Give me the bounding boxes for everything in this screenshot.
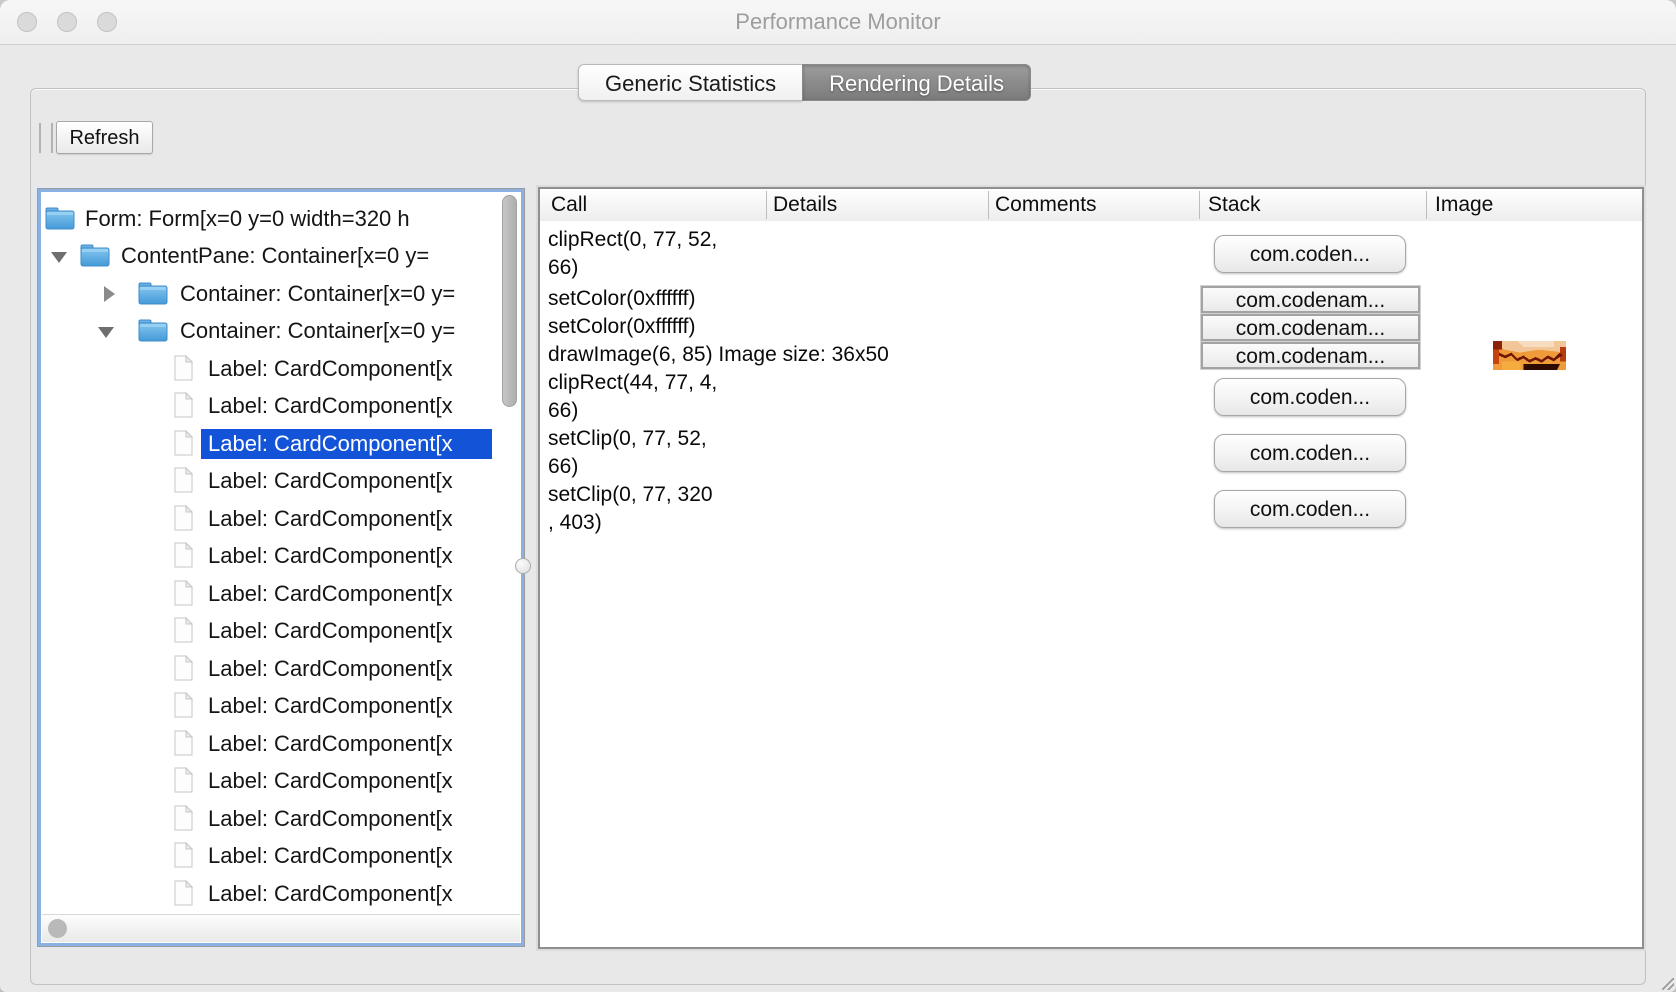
call-cell: clipRect(44, 77, 4, 66) [548,369,1008,425]
table-row[interactable]: setColor(0xffffff) com.codenam... [540,285,1642,313]
table-row[interactable]: drawImage(6, 85) Image size: 36x50 com.c… [540,341,1642,369]
rendering-details-panel: Refresh Form: Form[x=0 y=0 width=320 h C… [30,88,1646,985]
column-header-comments[interactable]: Comments [995,189,1097,221]
stack-trace-button[interactable]: com.coden... [1214,235,1406,273]
stack-trace-button[interactable]: com.coden... [1214,434,1406,472]
call-cell: setClip(0, 77, 52, 66) [548,425,1008,481]
table-row[interactable]: setClip(0, 77, 320 , 403) com.coden... [540,481,1642,537]
toolbar-drag-handle[interactable] [39,123,53,153]
column-header-call[interactable]: Call [551,189,587,221]
split-pane-divider-handle[interactable] [515,558,531,574]
tree-focus-ring [38,189,524,946]
call-cell: setClip(0, 77, 320 , 403) [548,481,1008,537]
column-divider[interactable] [1199,191,1200,219]
performance-monitor-window: Performance Monitor Generic Statistics R… [0,0,1676,992]
table-body: clipRect(0, 77, 52, 66) com.coden... set… [540,221,1642,947]
column-divider[interactable] [766,191,767,219]
call-cell: drawImage(6, 85) Image size: 36x50 [548,341,1008,369]
table-row[interactable]: clipRect(44, 77, 4, 66) com.coden... [540,369,1642,425]
resize-grip[interactable] [1662,978,1674,990]
render-thumbnail-image [1493,341,1566,370]
call-cell: clipRect(0, 77, 52, 66) [548,223,1008,285]
stack-trace-button[interactable]: com.codenam... [1201,342,1420,369]
call-cell: setColor(0xffffff) [548,313,1008,341]
title-bar: Performance Monitor [0,0,1676,45]
table-row[interactable]: setColor(0xffffff) com.codenam... [540,313,1642,341]
stack-trace-button[interactable]: com.coden... [1214,490,1406,528]
column-divider[interactable] [988,191,989,219]
stack-trace-button[interactable]: com.codenam... [1201,286,1420,313]
tab-bar: Generic Statistics Rendering Details [578,64,1031,101]
column-header-image[interactable]: Image [1435,189,1493,221]
stack-trace-button[interactable]: com.codenam... [1201,314,1420,341]
column-header-stack[interactable]: Stack [1208,189,1261,221]
window-title: Performance Monitor [0,9,1676,35]
table-header: Call Details Comments Stack Image [540,189,1642,222]
table-row[interactable]: setClip(0, 77, 52, 66) com.coden... [540,425,1642,481]
render-calls-table: Call Details Comments Stack Image clipRe… [538,187,1644,949]
column-header-details[interactable]: Details [773,189,837,221]
tab-generic-statistics[interactable]: Generic Statistics [578,64,802,101]
table-row[interactable]: clipRect(0, 77, 52, 66) com.coden... [540,223,1642,285]
stack-trace-button[interactable]: com.coden... [1214,378,1406,416]
refresh-button[interactable]: Refresh [56,121,153,154]
column-divider[interactable] [1426,191,1427,219]
component-tree-panel: Form: Form[x=0 y=0 width=320 h ContentPa… [37,188,525,947]
tab-rendering-details[interactable]: Rendering Details [802,64,1031,101]
call-cell: setColor(0xffffff) [548,285,1008,313]
